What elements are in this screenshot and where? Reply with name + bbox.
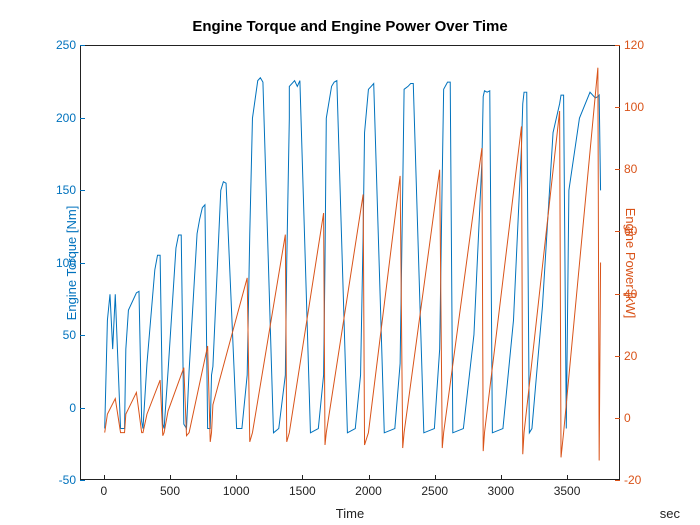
x-tick: 1000 <box>223 484 250 498</box>
x-tick: 2500 <box>421 484 448 498</box>
plot-svg <box>81 46 619 479</box>
x-axis-unit: sec <box>660 506 680 521</box>
x-tick-mark <box>302 475 303 480</box>
y-tick-mark-right <box>615 356 620 357</box>
y-tick-mark-left <box>80 335 85 336</box>
y-tick-left: 0 <box>69 401 76 415</box>
chart-title: Engine Torque and Engine Power Over Time <box>0 18 700 35</box>
x-tick-mark <box>501 475 502 480</box>
y-tick-right: 120 <box>624 38 644 52</box>
y-tick-right: 60 <box>624 224 637 238</box>
x-tick-mark <box>104 475 105 480</box>
y-tick-mark-right <box>615 231 620 232</box>
x-tick-mark <box>236 475 237 480</box>
y-tick-left: -50 <box>59 473 76 487</box>
y-tick-right: -20 <box>624 473 641 487</box>
chart-figure: Engine Torque and Engine Power Over Time… <box>0 0 700 525</box>
x-tick: 0 <box>100 484 107 498</box>
y-tick-right: 80 <box>624 162 637 176</box>
y-tick-mark-left <box>80 45 85 46</box>
y-tick-right: 0 <box>624 411 631 425</box>
x-tick: 1500 <box>289 484 316 498</box>
y-tick-left: 100 <box>56 256 76 270</box>
y-tick-mark-left <box>80 190 85 191</box>
y-tick-left: 150 <box>56 183 76 197</box>
y-tick-mark-right <box>615 418 620 419</box>
x-tick: 3000 <box>488 484 515 498</box>
y-tick-mark-right <box>615 480 620 481</box>
y-tick-mark-right <box>615 294 620 295</box>
y-tick-left: 250 <box>56 38 76 52</box>
y-tick-left: 200 <box>56 111 76 125</box>
x-tick-mark <box>567 475 568 480</box>
y-tick-mark-left <box>80 118 85 119</box>
x-axis-label: Time <box>0 506 700 521</box>
y-tick-mark-left <box>80 480 85 481</box>
y-tick-mark-left <box>80 263 85 264</box>
x-tick: 500 <box>160 484 180 498</box>
y-tick-mark-right <box>615 45 620 46</box>
y-tick-right: 20 <box>624 349 637 363</box>
y-tick-mark-right <box>615 107 620 108</box>
x-tick-mark <box>170 475 171 480</box>
y-tick-mark-left <box>80 408 85 409</box>
power-series-line <box>105 68 601 461</box>
x-tick: 3500 <box>554 484 581 498</box>
x-tick-mark <box>369 475 370 480</box>
y-tick-left: 50 <box>63 328 76 342</box>
y-tick-right: 40 <box>624 287 637 301</box>
x-tick: 2000 <box>355 484 382 498</box>
y-tick-mark-right <box>615 169 620 170</box>
x-tick-mark <box>435 475 436 480</box>
plot-area <box>80 45 620 480</box>
y-tick-right: 100 <box>624 100 644 114</box>
